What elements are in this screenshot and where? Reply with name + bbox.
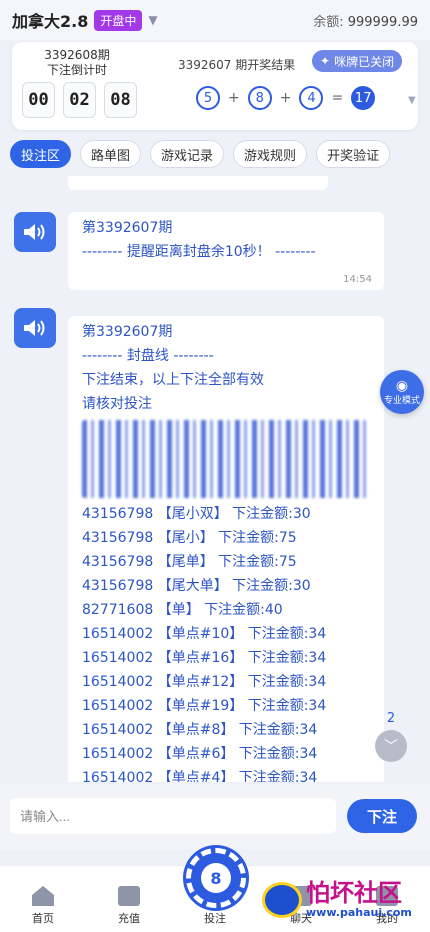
message-line: -------- 封盘线 --------	[82, 348, 214, 364]
bet-line: 16514002 【单点#10】 下注金额:34	[82, 626, 327, 642]
bet-line: 16514002 【单点#16】 下注金额:34	[82, 650, 327, 666]
nav-recharge[interactable]: 充值	[86, 866, 172, 932]
period-card: 3392608期 下注倒计时 00 02 08 3392607 期开奖结果 ✦ …	[12, 42, 418, 130]
top-bar: 加拿大2.8 开盘中 ▼ 余额: 999999.99	[0, 0, 430, 40]
message-period: 第3392607期	[82, 324, 173, 340]
tab-bet-area[interactable]: 投注区	[10, 140, 72, 168]
bet-line: 16514002 【单点#19】 下注金额:34	[82, 698, 327, 714]
place-bet-button[interactable]: 下注	[347, 799, 417, 833]
bet-line: 43156798 【尾单】 下注金额:75	[82, 554, 297, 570]
nav-home-label: 首页	[32, 912, 54, 925]
watermark-text: 怕坏社区	[306, 878, 402, 907]
result-ball: 4	[299, 86, 324, 110]
message-text: -------- 提醒距离封盘余10秒！ --------	[82, 244, 316, 260]
balance-label: 余额:	[313, 14, 344, 30]
result-ball: 8	[247, 86, 272, 110]
plus-sign: +	[228, 90, 240, 106]
tab-game-rules[interactable]: 游戏规则	[233, 140, 308, 168]
unread-count: 2	[386, 710, 396, 726]
watermark-url: www.pahaui.com	[306, 906, 412, 919]
speaker-icon	[14, 308, 56, 348]
countdown-hours: 00	[22, 82, 55, 118]
current-period-number: 3392608期	[44, 48, 110, 62]
pro-mode-button[interactable]: ◉ 专业模式	[380, 370, 424, 414]
expand-results-icon[interactable]: ▼	[408, 95, 416, 106]
peek-closed-button[interactable]: ✦ 咪牌已关闭	[312, 50, 403, 72]
countdown-label: 下注倒计时	[46, 63, 107, 77]
previous-message-bubble	[68, 176, 328, 190]
bet-chip-button[interactable]: 8	[186, 848, 246, 908]
message-line: 请核对投注	[82, 396, 152, 412]
bet-line: 16514002 【单点#12】 下注金额:34	[82, 674, 327, 690]
bet-line: 16514002 【单点#8】 下注金额:34	[82, 722, 318, 738]
message-feed[interactable]: 第3392607期 -------- 提醒距离封盘余10秒！ -------- …	[0, 176, 430, 782]
chevron-down-icon: ﹀	[384, 739, 398, 755]
result-sum: 17	[351, 86, 376, 110]
bet-line: 43156798 【尾大单】 下注金额:30	[82, 578, 311, 594]
tab-bar: 投注区 路单图 游戏记录 游戏规则 开奖验证	[10, 140, 430, 170]
bet-line: 43156798 【尾小】 下注金额:75	[82, 530, 297, 546]
pro-mode-label: 专业模式	[383, 395, 420, 406]
countdown-seconds: 08	[104, 82, 137, 118]
plus-sign: +	[279, 90, 292, 106]
balance: 余额: 999999.99	[313, 11, 418, 30]
countdown-timer: 00 02 08	[22, 82, 137, 118]
card-icon	[118, 886, 140, 906]
bet-line: 82771608 【单】 下注金额:40	[82, 602, 283, 618]
bet-input[interactable]	[10, 798, 336, 834]
tab-game-records[interactable]: 游戏记录	[150, 140, 225, 168]
blurred-content	[82, 420, 370, 498]
bet-input-area: 下注	[0, 784, 430, 850]
bulb-icon: ✦	[320, 54, 331, 68]
message-period: 第3392607期	[82, 220, 173, 236]
bet-line: 16514002 【单点#6】 下注金额:34	[82, 746, 318, 762]
home-icon	[32, 886, 54, 906]
bet-line: 16514002 【单点#4】 下注金额:34	[82, 770, 318, 782]
equals-sign: =	[331, 90, 344, 106]
peek-closed-label: 咪牌已关闭	[334, 54, 395, 69]
nav-recharge-label: 充值	[118, 912, 140, 925]
current-period: 3392608期 下注倒计时	[22, 48, 132, 78]
tab-trend-chart[interactable]: 路单图	[80, 140, 142, 168]
reminder-message: 第3392607期 -------- 提醒距离封盘余10秒！ -------- …	[68, 212, 384, 290]
result-balls: 5 + 8 + 4 = 17	[196, 86, 376, 110]
result-ball: 5	[196, 86, 220, 110]
nav-home[interactable]: 首页	[0, 866, 86, 932]
status-badge: 开盘中	[94, 9, 143, 31]
bet-summary-message: 第3392607期 -------- 封盘线 -------- 下注结束，以上下…	[68, 316, 384, 782]
watermark-logo	[262, 881, 302, 918]
coins-icon: ◉	[395, 377, 409, 394]
speaker-icon	[14, 212, 56, 252]
chevron-down-icon[interactable]: ▼	[148, 13, 157, 27]
message-time: 14:54	[343, 274, 372, 285]
chip-icon: 8	[201, 863, 231, 893]
nav-bet-label: 投注	[204, 912, 226, 925]
tab-draw-verify[interactable]: 开奖验证	[316, 140, 391, 168]
countdown-minutes: 02	[63, 82, 96, 118]
message-line: 下注结束，以上下注全部有效	[82, 372, 264, 388]
bet-line: 43156798 【尾小双】 下注金额:30	[82, 506, 311, 522]
watermark: 怕坏社区 www.pahaui.com	[262, 880, 412, 919]
balance-value: 999999.99	[347, 14, 418, 30]
game-title[interactable]: 加拿大2.8	[12, 8, 88, 32]
last-result-title: 3392607 期开奖结果	[178, 58, 296, 72]
scroll-down-button[interactable]: ﹀	[375, 730, 407, 762]
